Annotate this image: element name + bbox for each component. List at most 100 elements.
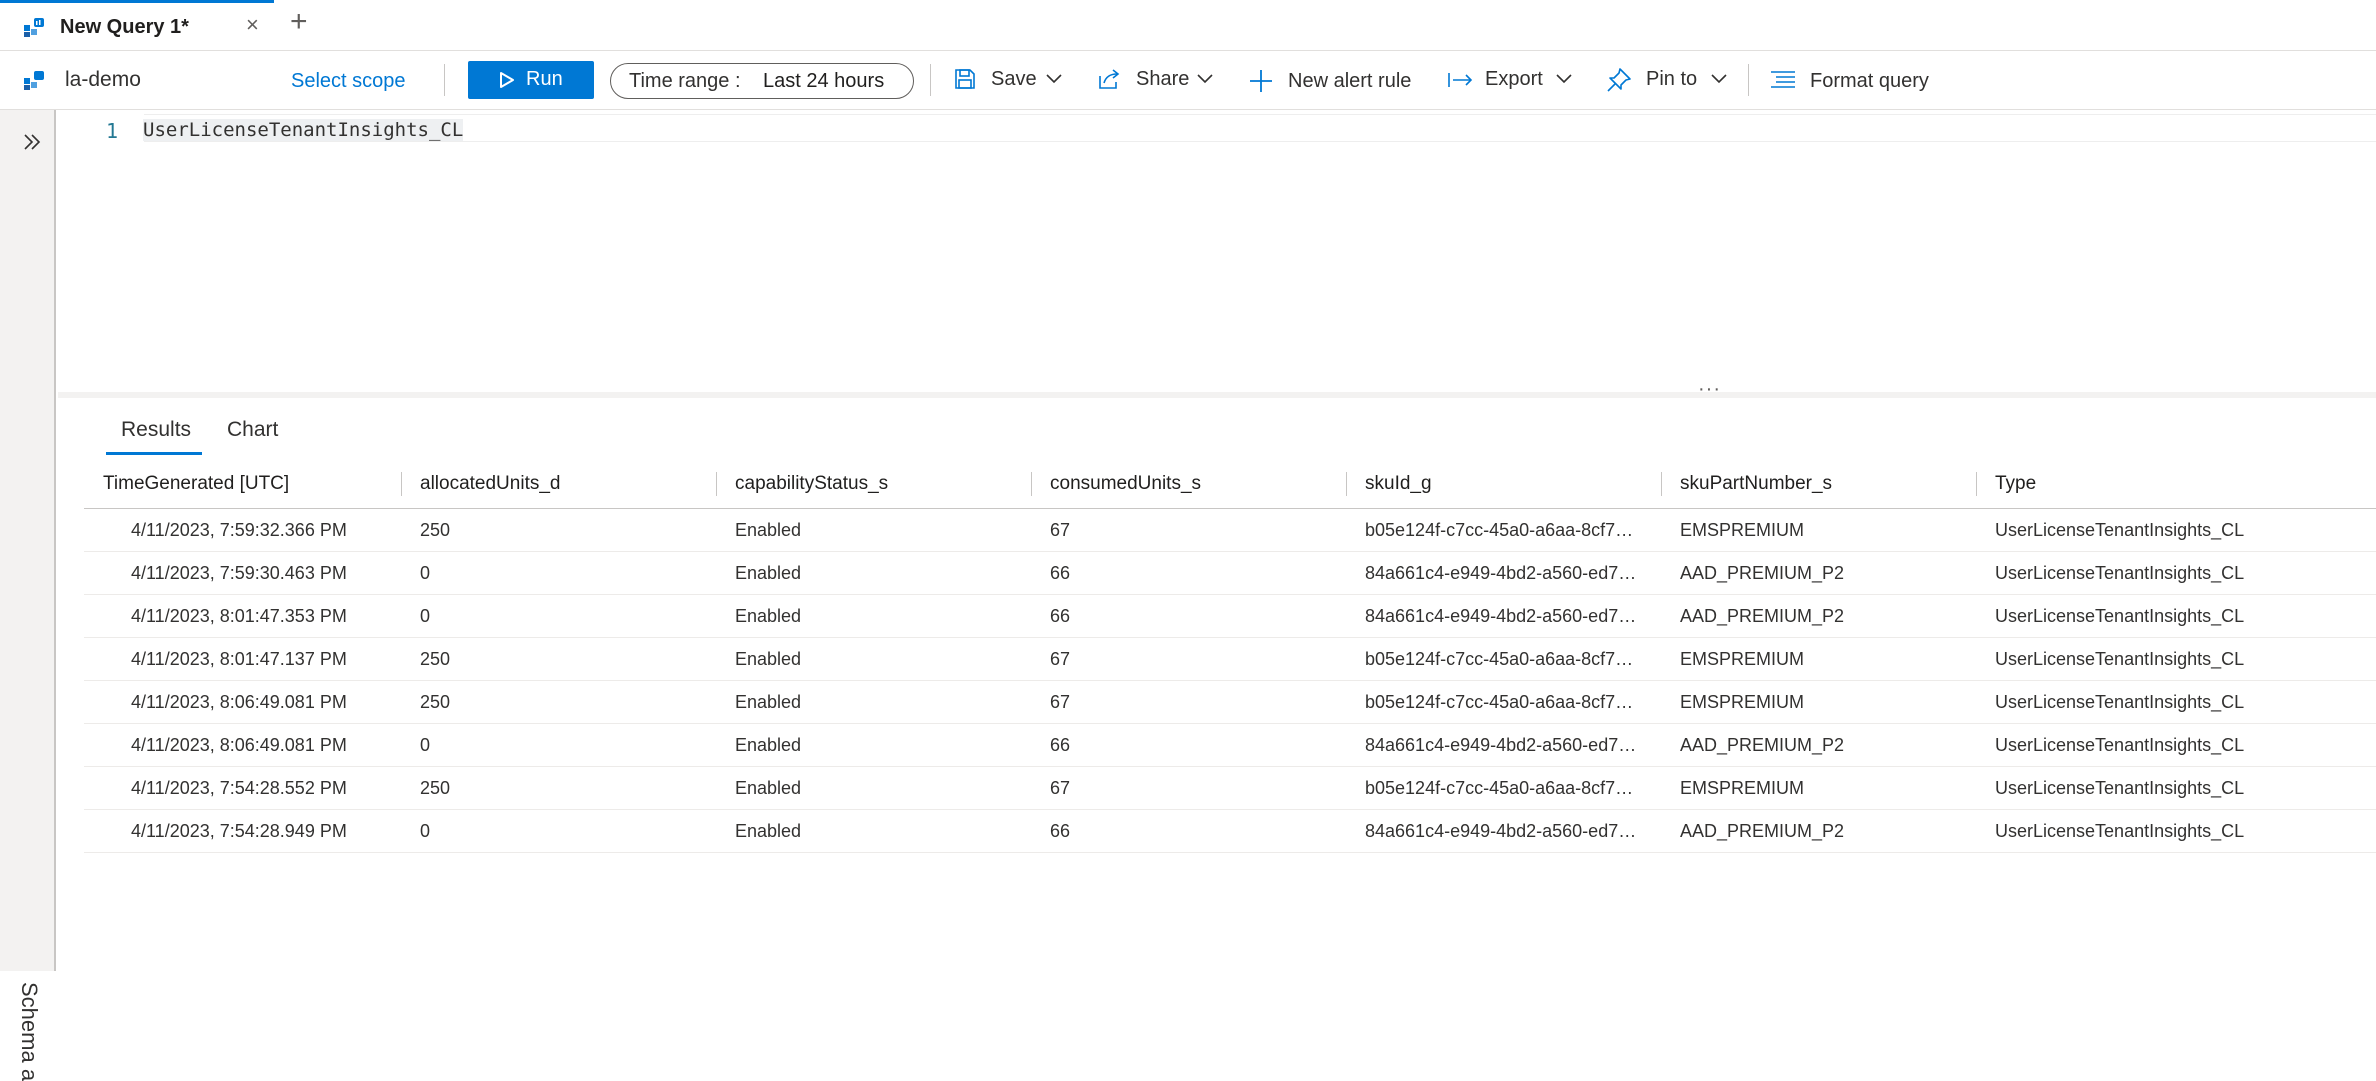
- save-label: Save: [991, 68, 1037, 90]
- expand-row-cell[interactable]: [84, 594, 103, 638]
- column-header[interactable]: capabilityStatus_s: [716, 460, 1031, 509]
- table-cell: 0: [401, 594, 716, 638]
- query-editor[interactable]: 1 UserLicenseTenantInsights_CL: [58, 110, 2376, 394]
- table-cell: EMSPREMIUM: [1661, 680, 1976, 724]
- active-tab-indicator: [106, 452, 202, 455]
- toolbar-divider: [1748, 64, 1749, 96]
- expand-row-cell[interactable]: [84, 766, 103, 810]
- tab-results[interactable]: Results: [121, 418, 191, 442]
- table-cell: EMSPREMIUM: [1661, 508, 1976, 552]
- column-header[interactable]: Type: [1976, 460, 2376, 509]
- table-cell: UserLicenseTenantInsights_CL: [1976, 766, 2376, 810]
- table-row[interactable]: 4/11/2023, 8:01:47.137 PM 250 Enabled 67 b05…: [84, 637, 2376, 681]
- table-cell: 84a661c4-e949-4bd2-a560-ed7…: [1346, 809, 1661, 853]
- column-header[interactable]: skuId_g: [1346, 460, 1661, 509]
- table-row[interactable]: 4/11/2023, 7:59:30.463 PM 0 Enabled 66 84a66…: [84, 551, 2376, 595]
- table-cell: Enabled: [716, 680, 1031, 724]
- table-cell: 4/11/2023, 8:01:47.137 PM: [103, 637, 401, 681]
- column-header-label: capabilityStatus_s: [735, 473, 889, 494]
- expand-row-cell[interactable]: [84, 508, 103, 552]
- table-cell: AAD_PREMIUM_P2: [1661, 594, 1976, 638]
- pane-splitter[interactable]: [58, 392, 2376, 398]
- table-cell: Enabled: [716, 551, 1031, 595]
- table-cell: 67: [1031, 680, 1346, 724]
- table-cell: UserLicenseTenantInsights_CL: [1976, 723, 2376, 767]
- expand-row-cell[interactable]: [84, 680, 103, 724]
- header-spacer: [84, 460, 103, 509]
- table-row[interactable]: 4/11/2023, 7:54:28.949 PM 0 Enabled 66 84a66…: [84, 809, 2376, 853]
- table-row[interactable]: 4/11/2023, 8:01:47.353 PM 0 Enabled 66 84a66…: [84, 594, 2376, 638]
- export-icon: [1447, 69, 1475, 96]
- header-row: TimeGenerated [UTC] allocatedUnits_d cap…: [84, 460, 2376, 509]
- toolbar-divider: [444, 64, 445, 96]
- table-cell: 250: [401, 680, 716, 724]
- save-button[interactable]: Save: [953, 65, 1065, 95]
- export-button[interactable]: Export: [1447, 65, 1577, 95]
- plus-icon: [1248, 68, 1274, 99]
- column-header[interactable]: TimeGenerated [UTC]: [103, 460, 401, 509]
- table-cell: UserLicenseTenantInsights_CL: [1976, 809, 2376, 853]
- table-cell: AAD_PREMIUM_P2: [1661, 723, 1976, 767]
- format-query-button[interactable]: Format query: [1770, 65, 1940, 95]
- table-cell: 66: [1031, 809, 1346, 853]
- column-header-label: allocatedUnits_d: [420, 473, 561, 494]
- share-button[interactable]: Share: [1096, 65, 1218, 95]
- pin-to-label: Pin to: [1646, 68, 1698, 90]
- table-cell: 250: [401, 637, 716, 681]
- table-row[interactable]: 4/11/2023, 7:54:28.552 PM 250 Enabled 67 b05…: [84, 766, 2376, 810]
- table-cell: 0: [401, 551, 716, 595]
- column-header[interactable]: allocatedUnits_d: [401, 460, 716, 509]
- table-cell: 84a661c4-e949-4bd2-a560-ed7…: [1346, 723, 1661, 767]
- new-alert-rule-button[interactable]: New alert rule: [1248, 65, 1418, 95]
- table-cell: 67: [1031, 766, 1346, 810]
- table-cell: 66: [1031, 594, 1346, 638]
- expand-row-cell[interactable]: [84, 637, 103, 681]
- column-header[interactable]: skuPartNumber_s: [1661, 460, 1976, 509]
- table-cell: 66: [1031, 723, 1346, 767]
- new-tab-button[interactable]: +: [290, 5, 308, 39]
- run-button[interactable]: Run: [468, 61, 594, 99]
- query-text[interactable]: UserLicenseTenantInsights_CL: [143, 119, 464, 141]
- current-line-highlight: [144, 114, 2376, 142]
- select-scope-link[interactable]: Select scope: [291, 70, 406, 93]
- expand-row-cell[interactable]: [84, 551, 103, 595]
- share-label: Share: [1136, 68, 1190, 90]
- table-cell: EMSPREMIUM: [1661, 637, 1976, 681]
- table-cell: 4/11/2023, 8:06:49.081 PM: [103, 723, 401, 767]
- column-header[interactable]: consumedUnits_s: [1031, 460, 1346, 509]
- pin-to-button[interactable]: Pin to: [1606, 65, 1732, 95]
- tab-title: New Query 1*: [60, 16, 189, 38]
- table-row[interactable]: 4/11/2023, 8:06:49.081 PM 0 Enabled 66 84a66…: [84, 723, 2376, 767]
- workspace-icon: [22, 68, 46, 97]
- expand-row-cell[interactable]: [84, 809, 103, 853]
- table-cell: Enabled: [716, 766, 1031, 810]
- splitter-handle[interactable]: ···: [1698, 378, 1721, 401]
- schema-label[interactable]: Schema a: [16, 982, 42, 1081]
- table-cell: 67: [1031, 508, 1346, 552]
- run-label: Run: [526, 68, 563, 90]
- tab-chart[interactable]: Chart: [227, 418, 278, 442]
- table-cell: UserLicenseTenantInsights_CL: [1976, 508, 2376, 552]
- chevron-down-icon: [1045, 71, 1063, 90]
- column-header-label: skuId_g: [1365, 473, 1432, 494]
- pin-icon: [1606, 67, 1632, 98]
- table-cell: b05e124f-c7cc-45a0-a6aa-8cf7…: [1346, 766, 1661, 810]
- expand-row-cell[interactable]: [84, 723, 103, 767]
- column-header-label: Type: [1995, 473, 2037, 494]
- table-cell: Enabled: [716, 594, 1031, 638]
- time-range-picker[interactable]: Time range : Last 24 hours: [610, 63, 914, 99]
- chevron-down-icon: [1555, 71, 1573, 90]
- table-cell: AAD_PREMIUM_P2: [1661, 809, 1976, 853]
- share-icon: [1096, 67, 1122, 96]
- table-row[interactable]: 4/11/2023, 8:06:49.081 PM 250 Enabled 67 b05…: [84, 680, 2376, 724]
- table-cell: 84a661c4-e949-4bd2-a560-ed7…: [1346, 551, 1661, 595]
- save-icon: [953, 67, 977, 96]
- close-tab-icon[interactable]: ×: [246, 12, 259, 38]
- query-tab[interactable]: New Query 1* ×: [0, 0, 274, 50]
- table-cell: 4/11/2023, 8:06:49.081 PM: [103, 680, 401, 724]
- column-header-label: consumedUnits_s: [1050, 473, 1202, 494]
- table-cell: 0: [401, 723, 716, 767]
- table-row[interactable]: 4/11/2023, 7:59:32.366 PM 250 Enabled 67 b05…: [84, 508, 2376, 552]
- expand-sidebar-icon[interactable]: [22, 128, 42, 159]
- chevron-down-icon: [1196, 71, 1214, 90]
